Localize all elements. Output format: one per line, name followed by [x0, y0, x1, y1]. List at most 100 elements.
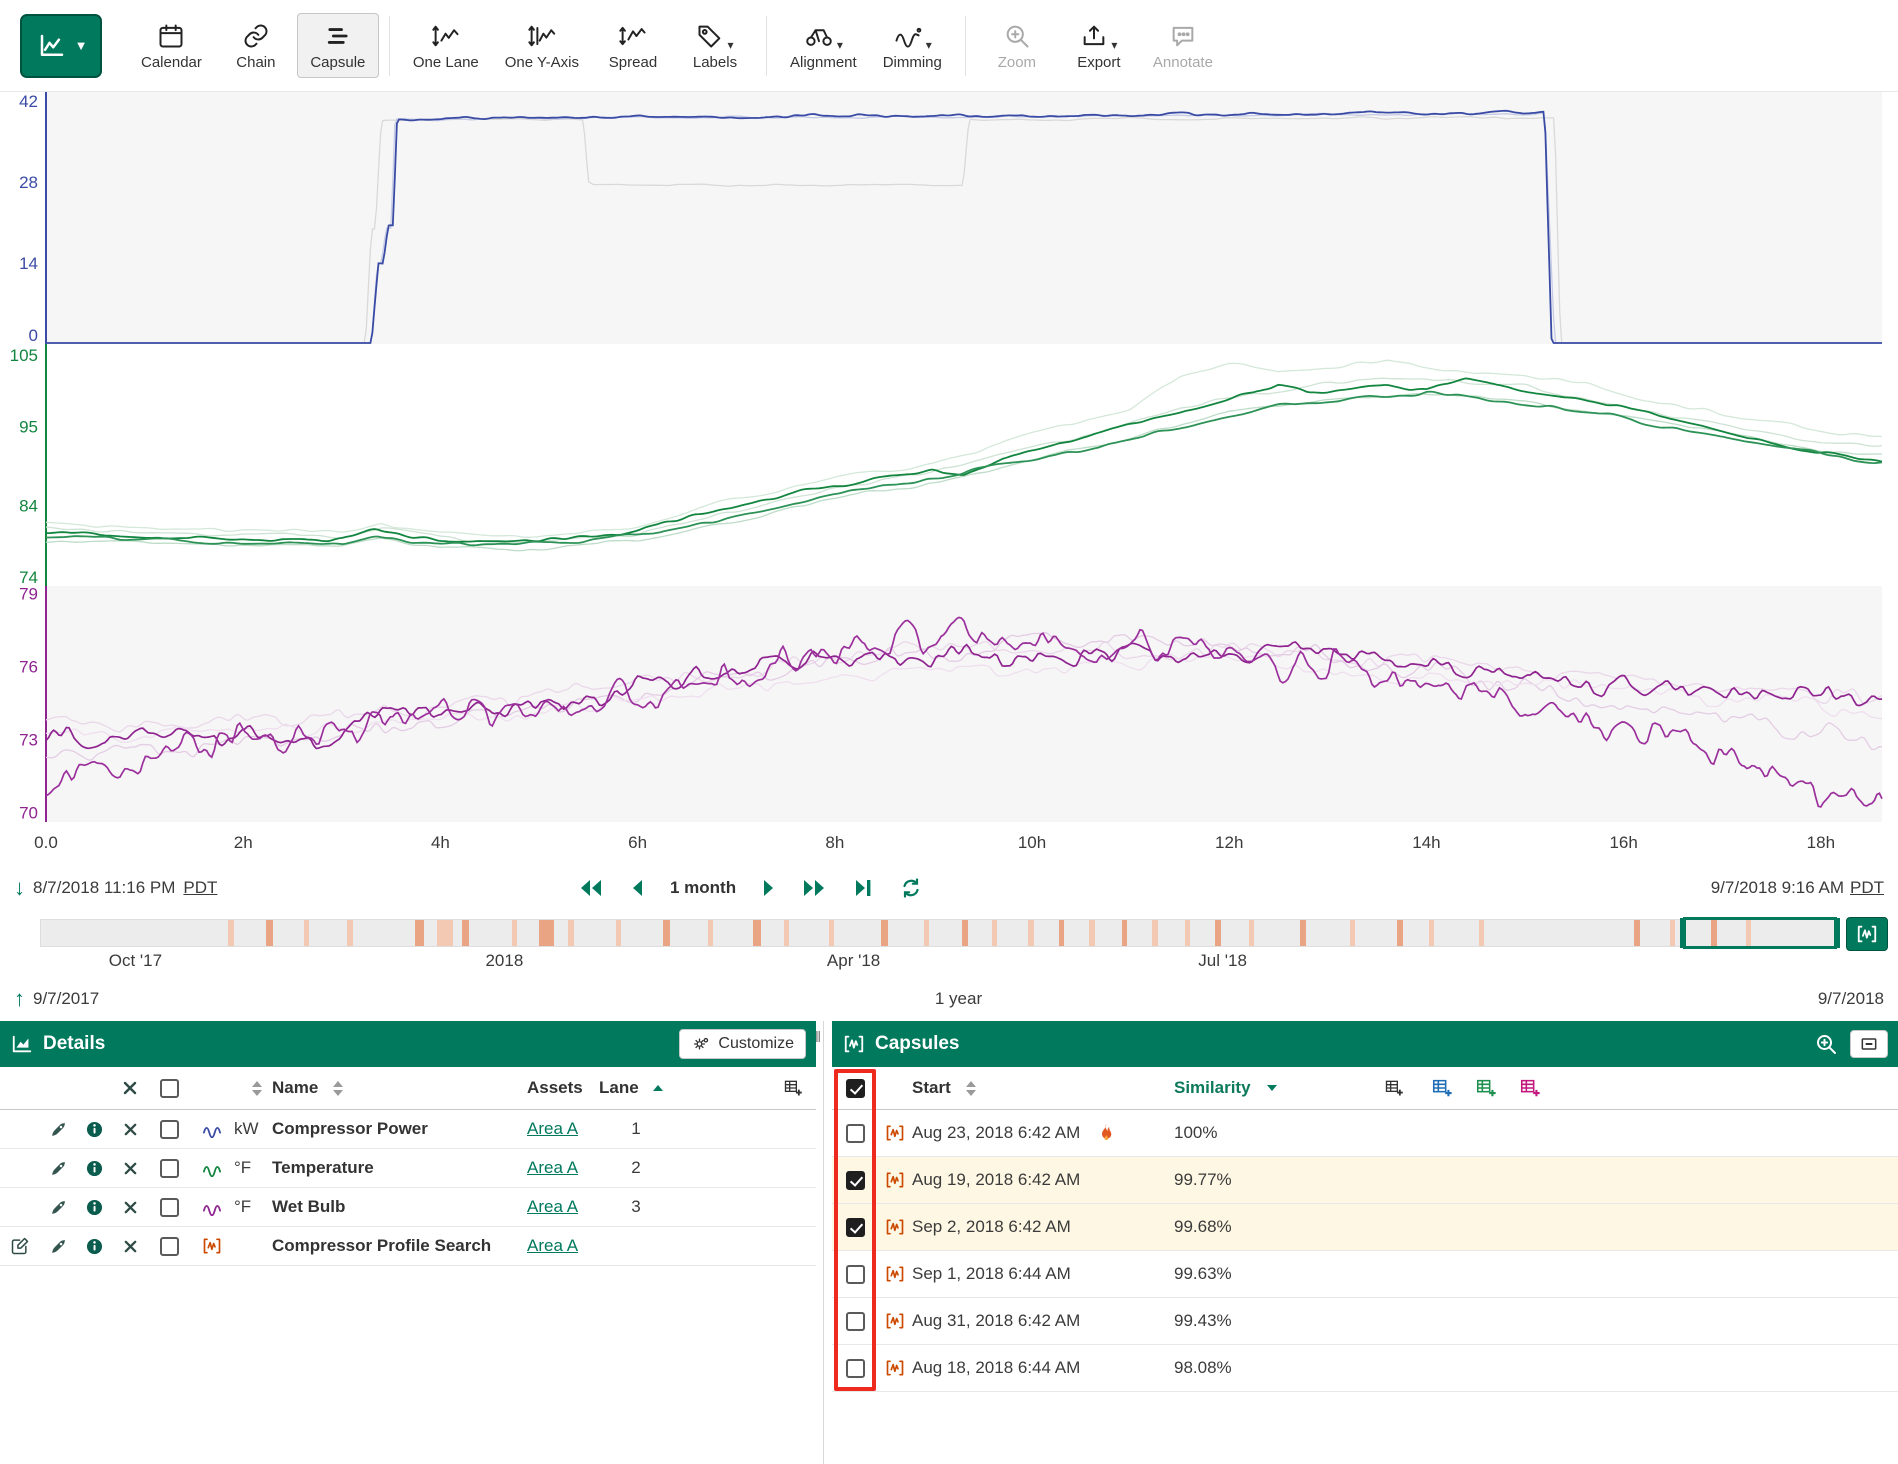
lane-compressor-power[interactable]: 4228140	[19, 92, 1882, 345]
details-column-assets[interactable]: Assets	[527, 1078, 599, 1098]
step-back-double-icon[interactable]	[578, 878, 604, 898]
details-row[interactable]: Compressor Profile Search Area A	[0, 1227, 816, 1266]
capsule-checkbox[interactable]	[846, 1312, 865, 1331]
asset-link[interactable]: Area A	[527, 1236, 578, 1255]
step-forward-icon[interactable]	[762, 878, 776, 898]
trend-chart-svg[interactable]: 422814010595847479767370	[0, 92, 1898, 822]
details-column-lane[interactable]: Lane	[599, 1078, 639, 1098]
info-icon[interactable]	[76, 1159, 112, 1178]
capsule-checkbox[interactable]	[846, 1171, 865, 1190]
customize-button[interactable]: Customize	[679, 1029, 806, 1059]
add-signal-column-icon[interactable]	[1430, 1077, 1454, 1099]
capsule-row[interactable]: Aug 18, 2018 6:44 AM 98.08%	[832, 1345, 1898, 1392]
remove-icon[interactable]	[112, 1239, 148, 1254]
capsule-checkbox[interactable]	[846, 1218, 865, 1237]
details-column-name[interactable]: Name	[272, 1078, 318, 1098]
details-row[interactable]: °F Wet Bulb Area A 3	[0, 1188, 816, 1227]
toolbar-item-labels[interactable]: ▾ Labels	[674, 13, 756, 78]
lane-wet-bulb[interactable]: 79767370	[19, 584, 1882, 822]
row-checkbox[interactable]	[160, 1120, 179, 1139]
row-checkbox[interactable]	[160, 1237, 179, 1256]
capsules-column-similarity[interactable]: Similarity	[1174, 1078, 1251, 1098]
display-end-datetime[interactable]: 9/7/2018 9:16 AM	[1711, 878, 1844, 898]
remove-all-icon[interactable]	[112, 1080, 148, 1096]
step-forward-double-icon[interactable]	[802, 878, 828, 898]
info-icon[interactable]	[76, 1237, 112, 1256]
details-select-all-checkbox[interactable]	[160, 1079, 179, 1098]
toolbar-item-export[interactable]: ▾ Export	[1058, 13, 1140, 78]
refresh-icon[interactable]	[900, 878, 922, 898]
capsule-row[interactable]: Aug 19, 2018 6:42 AM 99.77%	[832, 1157, 1898, 1204]
investigate-range-label[interactable]: 1 year	[99, 989, 1818, 1009]
capsule-checkbox[interactable]	[846, 1359, 865, 1378]
details-row[interactable]: kW Compressor Power Area A 1	[0, 1110, 816, 1149]
zoom-to-capsules-icon[interactable]	[1812, 1030, 1840, 1058]
edit-icon[interactable]	[0, 1236, 40, 1256]
y-axis-tick: 95	[19, 418, 38, 437]
capsules-select-all-checkbox[interactable]	[846, 1079, 865, 1098]
trend-view-dropdown-button[interactable]: ▼	[20, 14, 102, 78]
add-property-column-icon[interactable]	[1518, 1077, 1542, 1099]
investigate-start-date[interactable]: 9/7/2017	[33, 989, 99, 1009]
explore-icon[interactable]	[40, 1237, 76, 1256]
timezone-link[interactable]: PDT	[1850, 878, 1884, 898]
toolbar-item-one-y-axis[interactable]: One Y-Axis	[492, 13, 592, 78]
sort-icon[interactable]	[333, 1081, 343, 1096]
details-row[interactable]: °F Temperature Area A 2	[0, 1149, 816, 1188]
lane-temperature[interactable]: 105958474	[10, 344, 1882, 587]
timezone-link[interactable]: PDT	[183, 878, 217, 898]
add-column-icon[interactable]	[1364, 1078, 1424, 1098]
asset-link[interactable]: Area A	[527, 1119, 578, 1138]
toolbar-item-chain[interactable]: Chain	[215, 13, 297, 78]
explore-icon[interactable]	[40, 1159, 76, 1178]
step-to-end-icon[interactable]	[854, 878, 874, 898]
investigate-start-arrow-icon[interactable]: ↓	[14, 875, 25, 901]
toolbar-item-spread[interactable]: Spread	[592, 13, 674, 78]
info-icon[interactable]	[76, 1198, 112, 1217]
capsule-row[interactable]: Sep 2, 2018 6:42 AM 99.68%	[832, 1204, 1898, 1251]
condition-name[interactable]: Compressor Profile Search	[272, 1236, 527, 1256]
investigate-end-date[interactable]: 9/7/2018	[1818, 989, 1898, 1009]
timebar-capsule-toggle-button[interactable]	[1846, 917, 1888, 951]
capsule-checkbox[interactable]	[846, 1265, 865, 1284]
capsule-checkbox[interactable]	[846, 1124, 865, 1143]
sort-icon[interactable]	[234, 1081, 272, 1096]
row-checkbox[interactable]	[160, 1159, 179, 1178]
toolbar-item-alignment[interactable]: ▾ Alignment	[777, 13, 870, 78]
capsule-mark	[924, 920, 929, 946]
asset-link[interactable]: Area A	[527, 1158, 578, 1177]
panel-resize-handle[interactable]: ‖	[815, 1029, 823, 1046]
toolbar-item-one-lane[interactable]: One Lane	[400, 13, 492, 78]
capsule-row[interactable]: Aug 31, 2018 6:42 AM 99.43%	[832, 1298, 1898, 1345]
collapse-panel-button[interactable]	[1850, 1030, 1888, 1058]
explore-icon[interactable]	[40, 1120, 76, 1139]
capsules-column-start[interactable]: Start	[912, 1078, 951, 1098]
signal-name[interactable]: Temperature	[272, 1158, 527, 1178]
explore-icon[interactable]	[40, 1198, 76, 1217]
toolbar-item-capsule[interactable]: Capsule	[297, 13, 379, 78]
timebar-track[interactable]	[40, 919, 1840, 947]
add-stat-column-icon[interactable]	[1474, 1077, 1498, 1099]
capsule-row[interactable]: Aug 23, 2018 6:42 AM 100%	[832, 1110, 1898, 1157]
toolbar-item-calendar[interactable]: Calendar	[128, 13, 215, 78]
toolbar-item-dimming[interactable]: ▾ Dimming	[870, 13, 955, 78]
display-range-selector[interactable]	[1683, 917, 1838, 949]
selector-left-handle[interactable]	[1680, 918, 1686, 948]
selector-right-handle[interactable]	[1834, 918, 1840, 948]
asset-link[interactable]: Area A	[527, 1197, 578, 1216]
investigate-range-arrow-icon[interactable]: ↑	[14, 986, 25, 1012]
remove-icon[interactable]	[112, 1122, 148, 1137]
trend-chart-area[interactable]: 422814010595847479767370 0.02h4h6h8h10h1…	[0, 92, 1898, 865]
remove-icon[interactable]	[112, 1200, 148, 1215]
add-column-icon[interactable]	[770, 1078, 816, 1098]
step-size-label[interactable]: 1 month	[670, 878, 736, 898]
signal-name[interactable]: Wet Bulb	[272, 1197, 527, 1217]
capsule-row[interactable]: Sep 1, 2018 6:44 AM 99.63%	[832, 1251, 1898, 1298]
display-start-datetime[interactable]: 8/7/2018 11:16 PM	[33, 878, 175, 898]
info-icon[interactable]	[76, 1120, 112, 1139]
row-checkbox[interactable]	[160, 1198, 179, 1217]
remove-icon[interactable]	[112, 1161, 148, 1176]
sort-icon[interactable]	[966, 1081, 976, 1096]
step-back-icon[interactable]	[630, 878, 644, 898]
signal-name[interactable]: Compressor Power	[272, 1119, 527, 1139]
